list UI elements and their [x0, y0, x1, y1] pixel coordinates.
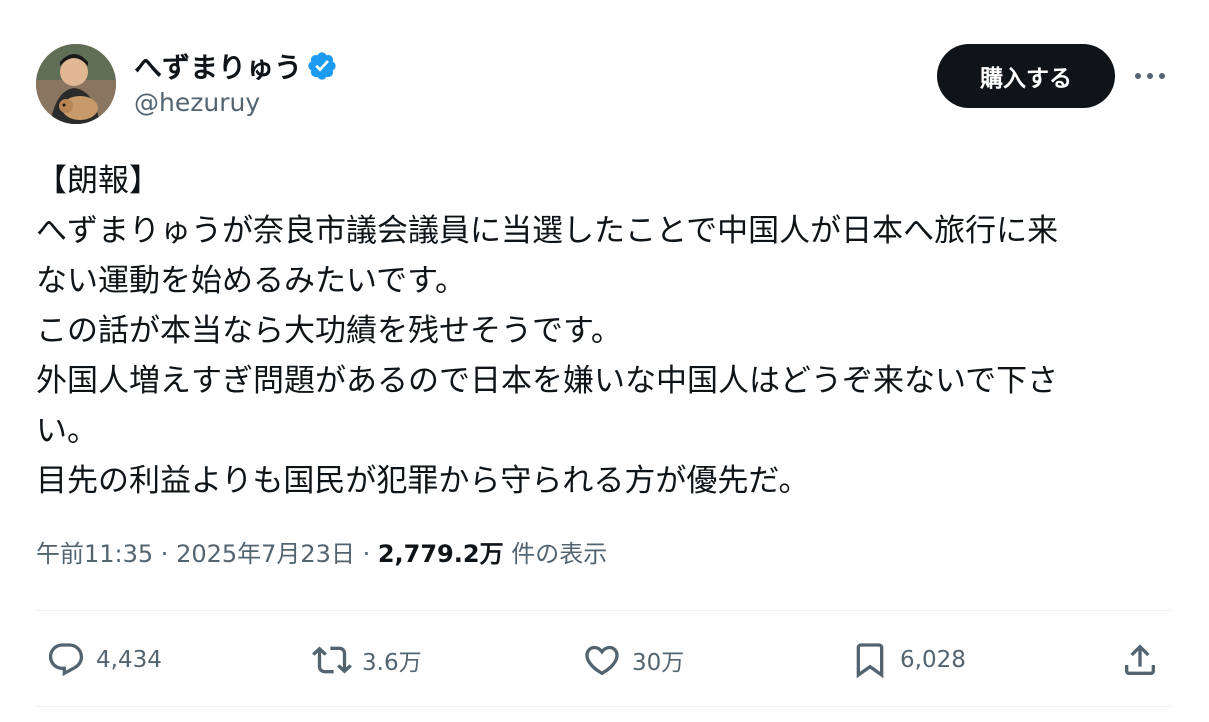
divider: [36, 706, 1171, 707]
reply-count: 4,434: [96, 647, 162, 673]
views-label: 件の表示: [503, 540, 608, 568]
retweet-icon: [312, 646, 352, 674]
tweet-text-line: へずまりゅうが奈良市議会議員に当選したことで中国人が日本へ旅行に来: [36, 213, 1059, 249]
verified-badge-icon: [306, 50, 338, 82]
share-icon: [1125, 644, 1155, 675]
tweet-text-line: この話が本当なら大功績を残せそうです。: [36, 313, 622, 349]
tweet-text-line: 目先の利益よりも国民が犯罪から守られる方が優先だ。: [36, 463, 810, 499]
tweet-text-line: 外国人増えすぎ問題があるので日本を嫌いな中国人はどうぞ来ないで下さ: [36, 363, 1059, 399]
avatar-image: [36, 44, 116, 124]
divider: [36, 610, 1171, 611]
buy-button[interactable]: 購入する: [937, 44, 1115, 108]
action-bar: 4,434 3.6万 30万 6,028: [36, 612, 1171, 708]
bookmark-button[interactable]: 6,028: [850, 612, 966, 708]
retweet-count: 3.6万: [362, 650, 422, 676]
tweet-text-line: ない運動を始めるみたいです。: [36, 263, 466, 299]
tweet-text-line: 【朗報】: [36, 163, 160, 199]
more-horizontal-icon[interactable]: [1130, 60, 1170, 92]
tweet-card: へずまりゅう @hezuruy 購入する 【朗報】 へずまりゅうが奈良市議会議員…: [0, 0, 1209, 722]
author-display-name[interactable]: へずまりゅう: [134, 46, 302, 86]
meta-separator: ·: [354, 540, 378, 568]
bookmark-count: 6,028: [900, 647, 966, 673]
meta-separator: ·: [153, 540, 177, 568]
author-handle[interactable]: @hezuruy: [134, 88, 260, 117]
like-button[interactable]: 30万: [582, 612, 684, 708]
heart-icon: [585, 645, 619, 676]
retweet-button[interactable]: 3.6万: [312, 612, 422, 708]
avatar[interactable]: [36, 44, 116, 124]
like-count: 30万: [632, 650, 685, 676]
reply-button[interactable]: 4,434: [46, 612, 162, 708]
views-count[interactable]: 2,779.2万: [378, 540, 504, 568]
share-button[interactable]: [1120, 612, 1160, 708]
tweet-text: 【朗報】 へずまりゅうが奈良市議会議員に当選したことで中国人が日本へ旅行に来 な…: [36, 156, 1171, 506]
tweet-date[interactable]: 2025年7月23日: [176, 540, 355, 568]
tweet-text-line: い。: [36, 413, 98, 449]
author-name-row: へずまりゅう: [134, 46, 338, 86]
bookmark-icon: [856, 643, 884, 679]
tweet-time[interactable]: 午前11:35: [36, 540, 153, 568]
tweet-meta: 午前11:35 · 2025年7月23日 · 2,779.2万 件の表示: [36, 534, 607, 574]
reply-icon: [48, 643, 84, 677]
